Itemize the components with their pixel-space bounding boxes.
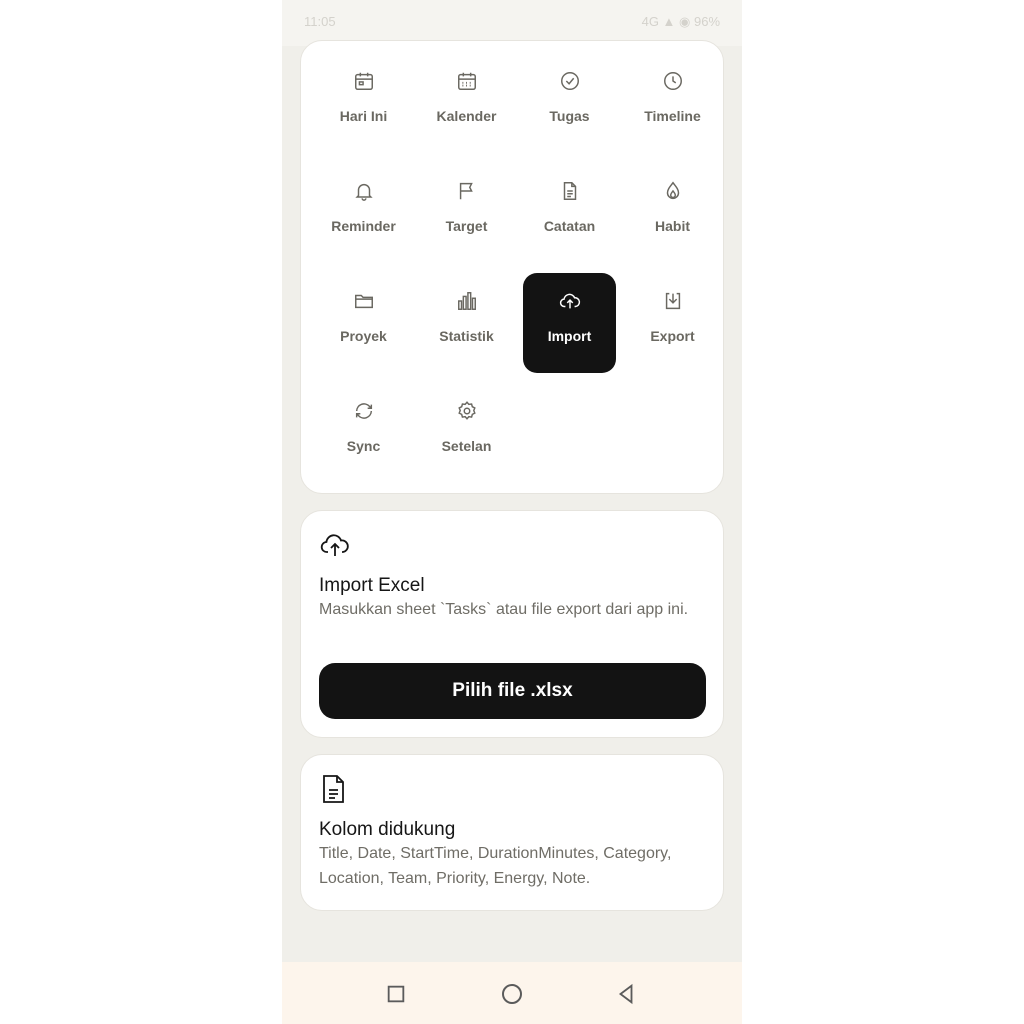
cloud-upload-icon	[558, 289, 582, 313]
menu-item-reminder[interactable]: Reminder	[317, 163, 410, 263]
bar-chart-icon	[455, 289, 479, 313]
menu-item-tugas[interactable]: Tugas	[523, 53, 616, 153]
choose-file-button[interactable]: Pilih file .xlsx	[319, 663, 706, 719]
menu-card: Hari Ini Kalender Tugas Timeline Reminde…	[300, 40, 724, 494]
menu-item-setelan[interactable]: Setelan	[420, 383, 513, 483]
columns-card-description: Title, Date, StartTime, DurationMinutes,…	[319, 845, 672, 887]
menu-item-export[interactable]: Export	[626, 273, 719, 373]
sync-icon	[352, 399, 376, 423]
menu-item-statistik[interactable]: Statistik	[420, 273, 513, 373]
menu-item-timeline[interactable]: Timeline	[626, 53, 719, 153]
menu-item-sync[interactable]: Sync	[317, 383, 410, 483]
status-time: 11:05	[304, 14, 336, 29]
gear-icon	[455, 399, 479, 423]
menu-item-label: Kalender	[436, 108, 497, 124]
menu-item-label: Proyek	[340, 328, 387, 344]
import-card-title: Import Excel	[319, 575, 425, 596]
menu-item-label: Reminder	[331, 218, 396, 234]
cloud-upload-icon	[319, 531, 351, 559]
menu-item-label: Habit	[655, 218, 690, 234]
phone-screen: 11:05 4G ▲ ◉ 96% Hari Ini Kalender Tugas…	[282, 0, 742, 1024]
menu-item-proyek[interactable]: Proyek	[317, 273, 410, 373]
menu-item-label: Catatan	[543, 218, 596, 234]
download-icon	[661, 289, 685, 313]
menu-item-catatan[interactable]: Catatan	[523, 163, 616, 263]
clock-icon	[661, 69, 685, 93]
supported-columns-card: Kolom didukung Title, Date, StartTime, D…	[300, 754, 724, 911]
menu-item-label: Target	[445, 218, 488, 234]
flag-icon	[455, 179, 479, 203]
menu-item-kalender[interactable]: Kalender	[420, 53, 513, 153]
menu-item-label: Import	[547, 328, 592, 344]
calendar-day-icon	[352, 69, 376, 93]
menu-item-label: Export	[650, 328, 695, 344]
check-circle-icon	[558, 69, 582, 93]
menu-item-label: Timeline	[644, 108, 701, 124]
home-icon[interactable]	[500, 982, 524, 1006]
bell-icon	[352, 179, 376, 203]
menu-item-label: Hari Ini	[339, 108, 388, 124]
menu-item-hari-ini[interactable]: Hari Ini	[317, 53, 410, 153]
menu-item-label: Setelan	[441, 438, 492, 454]
document-icon	[319, 775, 351, 803]
menu-item-label: Sync	[346, 438, 381, 454]
recent-apps-icon[interactable]	[384, 982, 408, 1006]
menu-item-label: Tugas	[549, 108, 590, 124]
document-icon	[558, 179, 582, 203]
menu-item-label: Statistik	[439, 328, 494, 344]
calendar-month-icon	[455, 69, 479, 93]
flame-icon	[661, 179, 685, 203]
menu-item-habit[interactable]: Habit	[626, 163, 719, 263]
folder-icon	[352, 289, 376, 313]
import-excel-card: Import Excel Masukkan sheet `Tasks` atau…	[300, 510, 724, 738]
status-indicators: 4G ▲ ◉ 96%	[641, 14, 720, 29]
menu-item-import[interactable]: Import	[523, 273, 616, 373]
menu-item-target[interactable]: Target	[420, 163, 513, 263]
import-card-description: Masukkan sheet `Tasks` atau file export …	[319, 601, 689, 618]
back-icon[interactable]	[614, 982, 638, 1006]
columns-card-title: Kolom didukung	[319, 819, 456, 840]
navigation-bar	[282, 962, 742, 1024]
